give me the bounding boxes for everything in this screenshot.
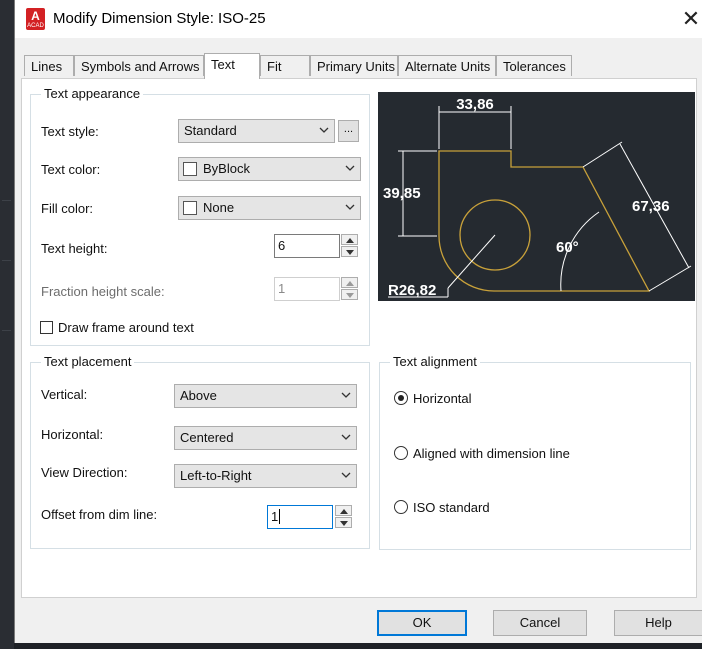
triangle-down-icon: [340, 521, 348, 526]
tab-strip: Lines Symbols and Arrows Text Fit Primar…: [15, 53, 702, 79]
text-height-input[interactable]: 6: [274, 234, 340, 258]
tab-symbols-and-arrows[interactable]: Symbols and Arrows: [74, 55, 204, 76]
triangle-up-icon: [340, 509, 348, 514]
text-style-value: Standard: [184, 123, 237, 138]
vertical-value: Above: [180, 388, 217, 403]
radio-aligned-label[interactable]: Aligned with dimension line: [413, 446, 570, 461]
text-placement-title: Text placement: [41, 354, 135, 369]
chevron-down-icon: [319, 120, 329, 142]
text-height-up-button[interactable]: [341, 234, 358, 245]
offset-from-dim-line-spinner: 1: [267, 505, 355, 529]
preview-dim-angle: 60°: [556, 239, 579, 256]
chevron-down-icon: [341, 465, 351, 487]
draw-frame-checkbox[interactable]: [40, 321, 53, 334]
radio-horizontal[interactable]: [394, 391, 408, 405]
offset-from-dim-line-input[interactable]: 1: [267, 505, 333, 529]
ok-button[interactable]: OK: [377, 610, 467, 636]
radio-horizontal-label[interactable]: Horizontal: [413, 391, 472, 406]
text-caret: [279, 509, 281, 524]
tab-text[interactable]: Text: [204, 53, 260, 79]
radio-aligned-with-dimension-line[interactable]: [394, 446, 408, 460]
triangle-down-icon: [346, 293, 354, 298]
horizontal-label: Horizontal:: [41, 427, 104, 442]
text-appearance-group: Text appearance Text style: Standard ...…: [30, 86, 370, 346]
fraction-height-scale-spinner: 1: [274, 277, 361, 301]
draw-frame-label: Draw frame around text: [58, 320, 194, 335]
preview-dim-right: 67,36: [632, 198, 670, 215]
fraction-height-up-button[interactable]: [341, 277, 358, 288]
preview-dim-left: 39,85: [383, 185, 421, 202]
triangle-down-icon: [346, 250, 354, 255]
text-style-label: Text style:: [41, 124, 99, 139]
cancel-button[interactable]: Cancel: [493, 610, 587, 636]
vertical-label: Vertical:: [41, 387, 88, 402]
radio-iso-standard[interactable]: [394, 500, 408, 514]
view-direction-value: Left-to-Right: [180, 468, 252, 483]
dimension-preview: 33,86 39,85 67,36 60° R26,82: [378, 92, 695, 301]
offset-down-button[interactable]: [335, 517, 352, 528]
preview-dim-radius: R26,82: [388, 282, 436, 299]
fraction-height-scale-input[interactable]: 1: [274, 277, 340, 301]
text-style-browse-button[interactable]: ...: [338, 120, 359, 142]
close-icon[interactable]: ✕: [679, 6, 702, 32]
chevron-down-icon: [341, 427, 351, 449]
tab-primary-units[interactable]: Primary Units: [310, 55, 398, 76]
chevron-down-icon: [341, 385, 351, 407]
fill-color-label: Fill color:: [41, 201, 94, 216]
preview-dim-top: 33,86: [456, 96, 494, 113]
radio-iso-standard-label[interactable]: ISO standard: [413, 500, 490, 515]
text-placement-group: Text placement Vertical: Above Horizonta…: [30, 354, 370, 549]
text-alignment-group: Text alignment Horizontal Aligned with d…: [379, 354, 691, 550]
fill-color-swatch: [183, 201, 197, 215]
fraction-height-down-button[interactable]: [341, 289, 358, 300]
text-color-swatch: [183, 162, 197, 176]
text-style-select[interactable]: Standard: [178, 119, 335, 143]
text-color-value: ByBlock: [203, 161, 250, 176]
text-appearance-title: Text appearance: [41, 86, 144, 101]
help-button[interactable]: Help: [614, 610, 702, 636]
view-direction-select[interactable]: Left-to-Right: [174, 464, 357, 488]
radio-selected-dot: [398, 395, 404, 401]
tab-alternate-units[interactable]: Alternate Units: [398, 55, 496, 76]
triangle-up-icon: [346, 281, 354, 286]
triangle-up-icon: [346, 238, 354, 243]
text-alignment-title: Text alignment: [390, 354, 480, 369]
text-height-down-button[interactable]: [341, 246, 358, 257]
preview-part-outline: [438, 150, 651, 292]
horizontal-select[interactable]: Centered: [174, 426, 357, 450]
offset-up-button[interactable]: [335, 505, 352, 516]
tab-tolerances[interactable]: Tolerances: [496, 55, 572, 76]
app-icon-sub-label: ACAD: [27, 23, 44, 29]
text-height-label: Text height:: [41, 241, 108, 256]
text-color-select[interactable]: ByBlock: [178, 157, 361, 181]
tab-lines[interactable]: Lines: [24, 55, 74, 76]
fill-color-select[interactable]: None: [178, 196, 361, 220]
horizontal-value: Centered: [180, 430, 234, 445]
view-direction-label: View Direction:: [41, 465, 128, 480]
window-title: Modify Dimension Style: ISO-25: [53, 10, 266, 27]
fill-color-value: None: [203, 200, 235, 215]
title-bar: A ACAD Modify Dimension Style: ISO-25 ✕: [15, 0, 702, 38]
text-height-spinner: 6: [274, 234, 361, 258]
chevron-down-icon: [345, 197, 355, 219]
text-color-label: Text color:: [41, 162, 101, 177]
fraction-height-scale-label: Fraction height scale:: [41, 284, 165, 299]
offset-from-dim-line-label: Offset from dim line:: [41, 507, 158, 522]
vertical-select[interactable]: Above: [174, 384, 357, 408]
chevron-down-icon: [345, 158, 355, 180]
autocad-app-icon: A ACAD: [26, 8, 45, 30]
background-app-strip: [0, 0, 14, 649]
tab-fit[interactable]: Fit: [260, 55, 310, 76]
